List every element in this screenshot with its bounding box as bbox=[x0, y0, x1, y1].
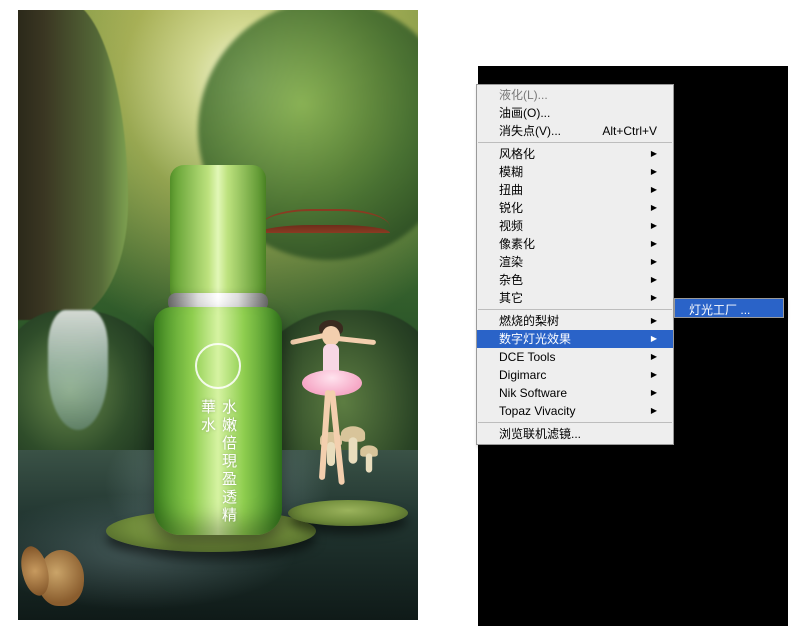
menu-item-plugin-burning-pear[interactable]: 燃烧的梨树 bbox=[477, 312, 673, 330]
menu-item-plugin-nik[interactable]: Nik Software bbox=[477, 384, 673, 402]
submenu-item-light-factory[interactable]: 灯光工厂 ... bbox=[675, 299, 783, 317]
ballerina bbox=[288, 320, 376, 520]
menu-item-shortcut: Alt+Ctrl+V bbox=[602, 124, 657, 138]
menu-item-plugin-digimarc[interactable]: Digimarc bbox=[477, 366, 673, 384]
filter-menu[interactable]: 液化(L)... 油画(O)... 消失点(V)... Alt+Ctrl+V 风… bbox=[476, 84, 674, 445]
menu-item-label: Digimarc bbox=[499, 368, 546, 382]
submenu-item-ellipsis: ... bbox=[740, 303, 750, 317]
menu-item-label: 油画(O)... bbox=[499, 106, 550, 120]
menu-item-pixelate[interactable]: 像素化 bbox=[477, 235, 673, 253]
menu-item-noise[interactable]: 杂色 bbox=[477, 271, 673, 289]
menu-item-label: 锐化 bbox=[499, 201, 523, 215]
menu-item-label: 风格化 bbox=[499, 147, 535, 161]
menu-item-stylize[interactable]: 风格化 bbox=[477, 145, 673, 163]
bottle-logo bbox=[195, 343, 241, 389]
menu-item-video[interactable]: 视频 bbox=[477, 217, 673, 235]
menu-item-label: 模糊 bbox=[499, 165, 523, 179]
menu-item-label: 杂色 bbox=[499, 273, 523, 287]
menu-item-label: 视频 bbox=[499, 219, 523, 233]
menu-item-sharpen[interactable]: 锐化 bbox=[477, 199, 673, 217]
menu-item-oilpaint[interactable]: 油画(O)... bbox=[477, 104, 673, 122]
bottle-label: 水嫩倍現盈透精華水 bbox=[197, 399, 239, 535]
menu-item-label: Nik Software bbox=[499, 386, 567, 400]
bottle-cap bbox=[170, 165, 266, 300]
photoshop-dark-canvas: 液化(L)... 油画(O)... 消失点(V)... Alt+Ctrl+V 风… bbox=[478, 66, 788, 626]
menu-item-distort[interactable]: 扭曲 bbox=[477, 181, 673, 199]
menu-item-label: 其它 bbox=[499, 291, 523, 305]
menu-item-label: 数字灯光效果 bbox=[499, 332, 571, 346]
menu-item-other[interactable]: 其它 bbox=[477, 289, 673, 307]
menu-item-label: 像素化 bbox=[499, 237, 535, 251]
menu-item-vanishing-point[interactable]: 消失点(V)... Alt+Ctrl+V bbox=[477, 122, 673, 140]
menu-item-liquify[interactable]: 液化(L)... bbox=[477, 86, 673, 104]
squirrel bbox=[38, 550, 84, 606]
cosmetic-bottle: 水嫩倍現盈透精華水 bbox=[148, 165, 288, 535]
menu-item-label: 消失点(V)... bbox=[499, 124, 561, 138]
menu-item-label: 液化(L)... bbox=[499, 88, 548, 102]
submenu-item-label: 灯光工厂 bbox=[689, 303, 737, 317]
filter-submenu[interactable]: 灯光工厂 ... bbox=[674, 298, 784, 318]
menu-item-plugin-topaz[interactable]: Topaz Vivacity bbox=[477, 402, 673, 420]
menu-item-label: 浏览联机滤镜... bbox=[499, 427, 581, 441]
menu-item-label: 燃烧的梨树 bbox=[499, 314, 559, 328]
menu-item-label: Topaz Vivacity bbox=[499, 404, 575, 418]
menu-separator bbox=[478, 422, 672, 423]
menu-separator bbox=[478, 309, 672, 310]
menu-item-browse-online[interactable]: 浏览联机滤镜... bbox=[477, 425, 673, 443]
menu-item-blur[interactable]: 模糊 bbox=[477, 163, 673, 181]
menu-item-render[interactable]: 渲染 bbox=[477, 253, 673, 271]
menu-item-plugin-dce[interactable]: DCE Tools bbox=[477, 348, 673, 366]
menu-item-label: DCE Tools bbox=[499, 350, 555, 364]
menu-item-plugin-lighting[interactable]: 数字灯光效果 bbox=[477, 330, 673, 348]
composite-artwork: 水嫩倍現盈透精華水 bbox=[18, 10, 418, 620]
menu-item-label: 扭曲 bbox=[499, 183, 523, 197]
waterfall bbox=[48, 310, 108, 430]
menu-separator bbox=[478, 142, 672, 143]
menu-item-label: 渲染 bbox=[499, 255, 523, 269]
